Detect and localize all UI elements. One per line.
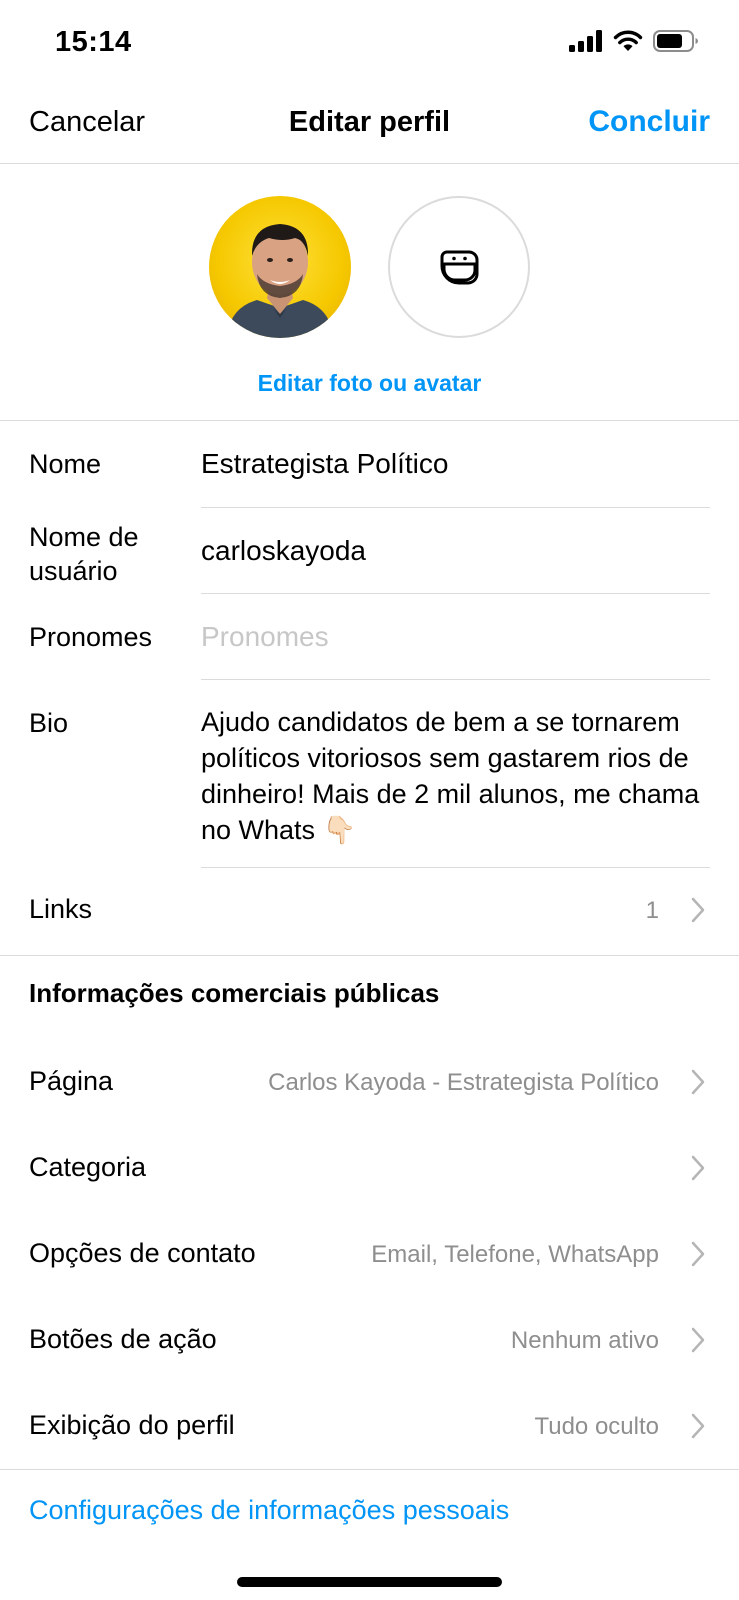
bio-row[interactable]: Bio Ajudo candidatos de bem a se tornare… xyxy=(0,680,739,868)
profile-display-value: Tudo oculto xyxy=(534,1413,659,1440)
profile-display-label: Exibição do perfil xyxy=(29,1410,235,1440)
username-label: Nome de usuário xyxy=(29,522,139,586)
name-row[interactable]: Nome Estrategista Político xyxy=(0,421,739,508)
avatar-option[interactable] xyxy=(388,196,530,338)
username-row[interactable]: Nome de usuário carloskayoda xyxy=(0,508,739,594)
category-label: Categoria xyxy=(29,1152,147,1182)
contact-options-row[interactable]: Opções de contato Email, Telefone, Whats… xyxy=(0,1212,739,1298)
chevron-right-icon xyxy=(691,1241,705,1267)
profile-photo[interactable] xyxy=(209,196,351,338)
bio-field[interactable]: Ajudo candidatos de bem a se tornarem po… xyxy=(201,704,710,848)
personal-info-settings-link[interactable]: Configurações de informações pessoais xyxy=(29,1495,509,1526)
section-divider xyxy=(0,955,739,956)
contact-options-label: Opções de contato xyxy=(29,1238,256,1268)
bio-label: Bio xyxy=(29,708,69,738)
page-value: Carlos Kayoda - Estrategista Político xyxy=(268,1069,659,1096)
pronouns-row[interactable]: Pronomes Pronomes xyxy=(0,594,739,680)
profile-display-row[interactable]: Exibição do perfil Tudo oculto xyxy=(0,1384,739,1470)
business-heading: Informações comerciais públicas xyxy=(29,978,440,1008)
chevron-right-icon xyxy=(691,1155,705,1181)
action-buttons-label: Botões de ação xyxy=(29,1324,217,1354)
profile-photo-image xyxy=(227,224,333,338)
action-buttons-row[interactable]: Botões de ação Nenhum ativo xyxy=(0,1298,739,1384)
chevron-right-icon xyxy=(691,1069,705,1095)
avatar-sticker-icon xyxy=(440,250,479,285)
category-row[interactable]: Categoria xyxy=(0,1126,739,1212)
pronouns-label: Pronomes xyxy=(29,622,153,652)
action-buttons-value: Nenhum ativo xyxy=(510,1327,659,1354)
name-field[interactable]: Estrategista Político xyxy=(201,446,710,482)
status-bar: 15:14 xyxy=(0,0,739,88)
battery-icon xyxy=(653,30,698,52)
home-indicator[interactable] xyxy=(237,1577,502,1587)
wifi-icon xyxy=(613,30,643,51)
chevron-right-icon xyxy=(691,897,705,923)
links-label: Links xyxy=(29,894,93,924)
username-field[interactable]: carloskayoda xyxy=(201,533,710,569)
chevron-right-icon xyxy=(691,1327,705,1353)
nav-bar: Cancelar Editar perfil Concluir xyxy=(0,88,739,164)
status-time: 15:14 xyxy=(55,26,132,58)
pronouns-field[interactable]: Pronomes xyxy=(201,619,710,655)
signal-icon xyxy=(569,30,602,52)
links-row[interactable]: Links 1 xyxy=(0,868,739,954)
contact-options-value: Email, Telefone, WhatsApp xyxy=(371,1241,659,1268)
page-label: Página xyxy=(29,1066,114,1096)
edit-photo-link[interactable]: Editar foto ou avatar xyxy=(0,370,739,397)
section-divider xyxy=(0,1469,739,1470)
photo-section: Editar foto ou avatar xyxy=(0,164,739,421)
links-count: 1 xyxy=(645,897,659,924)
status-icons xyxy=(569,30,699,52)
name-label: Nome xyxy=(29,449,102,479)
done-button[interactable]: Concluir xyxy=(588,105,710,139)
page-row[interactable]: Página Carlos Kayoda - Estrategista Polí… xyxy=(0,1040,739,1126)
chevron-right-icon xyxy=(691,1413,705,1439)
